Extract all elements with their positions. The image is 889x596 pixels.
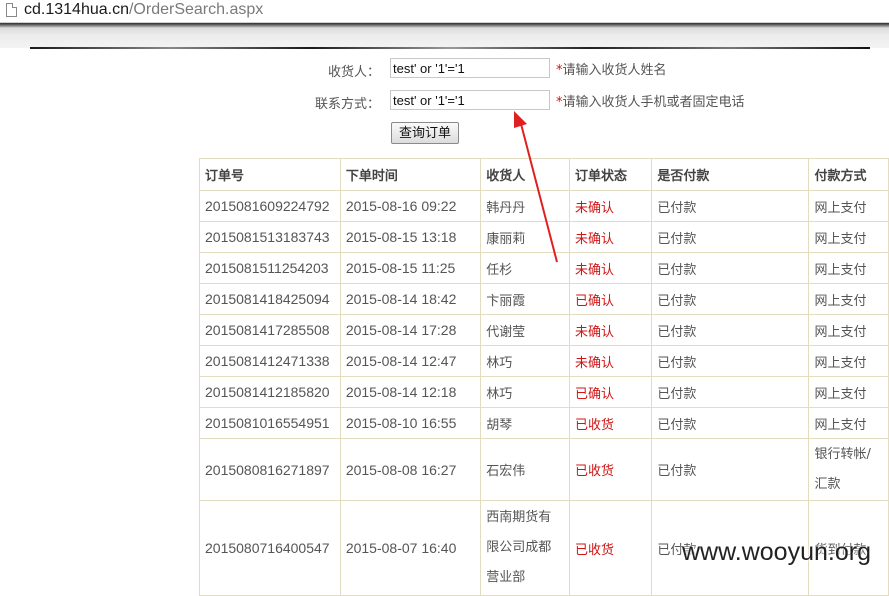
contact-hint-text: 请输入收货人手机或者固定电话 bbox=[562, 95, 745, 110]
payment-method-cell: 网上支付 bbox=[808, 252, 889, 284]
payment-method-cell: 银行转帐/汇款 bbox=[808, 438, 889, 501]
order-id-cell: 2015081609224792 bbox=[199, 190, 341, 222]
contact-label: 联系方式： bbox=[314, 97, 380, 112]
order-id-cell: 2015081412471338 bbox=[199, 345, 341, 377]
payment-status-cell: 已付款 bbox=[651, 314, 810, 346]
column-header: 是否付款 bbox=[651, 158, 810, 191]
order-time-cell: 2015-08-07 16:40 bbox=[339, 500, 482, 596]
receiver-input[interactable] bbox=[390, 58, 550, 78]
order-id-cell: 2015080716400547 bbox=[199, 500, 341, 596]
receiver-hint-text: 请输入收货人姓名 bbox=[562, 63, 667, 78]
table-header-row: 订单号 下单时间 收货人 订单状态 是否付款 付款方式 bbox=[199, 158, 889, 191]
order-status-cell: 未确认 bbox=[569, 190, 653, 222]
payment-method-cell: 网上支付 bbox=[808, 221, 889, 253]
table-row: 2015081609224792 2015-08-16 09:22 韩丹丹 未确… bbox=[199, 190, 889, 222]
column-header: 收货人 bbox=[480, 158, 571, 191]
payment-status-cell: 已付款 bbox=[651, 252, 810, 284]
payment-status-cell: 已付款 bbox=[651, 407, 810, 439]
receiver-cell: 卞丽霞 bbox=[480, 283, 571, 315]
order-id-cell: 2015081513183743 bbox=[199, 221, 341, 253]
payment-method-cell: 网上支付 bbox=[808, 314, 889, 346]
order-status-cell: 未确认 bbox=[569, 252, 653, 284]
header-strip bbox=[30, 47, 870, 49]
table-row: 2015081412185820 2015-08-14 12:18 林巧 已确认… bbox=[199, 376, 889, 408]
order-time-cell: 2015-08-15 13:18 bbox=[339, 221, 482, 253]
order-status-cell: 已收货 bbox=[569, 438, 653, 501]
order-status-cell: 未确认 bbox=[569, 345, 653, 377]
query-order-button[interactable]: 查询订单 bbox=[391, 122, 459, 144]
receiver-cell: 西南期货有限公司成都营业部 bbox=[480, 500, 571, 596]
order-status-cell: 未确认 bbox=[569, 221, 653, 253]
receiver-cell: 代谢莹 bbox=[480, 314, 571, 346]
order-status-cell: 已收货 bbox=[569, 500, 653, 596]
watermark: www.wooyun.org bbox=[682, 538, 871, 566]
column-header: 订单状态 bbox=[569, 158, 653, 191]
column-header: 订单号 bbox=[199, 158, 341, 191]
table-row: 2015081016554951 2015-08-10 16:55 胡琴 已收货… bbox=[199, 407, 889, 439]
payment-method-cell: 网上支付 bbox=[808, 283, 889, 315]
payment-status-cell: 已付款 bbox=[651, 283, 810, 315]
table-row: 2015081412471338 2015-08-14 12:47 林巧 未确认… bbox=[199, 345, 889, 377]
order-time-cell: 2015-08-10 16:55 bbox=[339, 407, 482, 439]
column-header: 下单时间 bbox=[339, 158, 482, 191]
payment-status-cell: 已付款 bbox=[651, 376, 810, 408]
receiver-cell: 石宏伟 bbox=[480, 438, 571, 501]
contact-hint: *请输入收货人手机或者固定电话 bbox=[556, 91, 745, 110]
payment-method-cell: 网上支付 bbox=[808, 407, 889, 439]
payment-method-cell: 网上支付 bbox=[808, 345, 889, 377]
table-row: 2015081513183743 2015-08-15 13:18 康丽莉 未确… bbox=[199, 221, 889, 253]
url-text[interactable]: cd.1314hua.cn/OrderSearch.aspx bbox=[24, 0, 263, 22]
page-icon bbox=[6, 3, 17, 17]
page-top-band bbox=[0, 23, 889, 49]
table-row: 2015081417285508 2015-08-14 17:28 代谢莹 未确… bbox=[199, 314, 889, 346]
order-id-cell: 2015081016554951 bbox=[199, 407, 341, 439]
payment-status-cell: 已付款 bbox=[651, 345, 810, 377]
order-id-cell: 2015081417285508 bbox=[199, 314, 341, 346]
order-status-cell: 已确认 bbox=[569, 376, 653, 408]
url-path: /OrderSearch.aspx bbox=[128, 1, 264, 18]
order-time-cell: 2015-08-14 12:18 bbox=[339, 376, 482, 408]
order-status-cell: 已收货 bbox=[569, 407, 653, 439]
order-time-cell: 2015-08-08 16:27 bbox=[339, 438, 482, 501]
order-status-cell: 未确认 bbox=[569, 314, 653, 346]
payment-status-cell: 已付款 bbox=[651, 221, 810, 253]
order-time-cell: 2015-08-14 12:47 bbox=[339, 345, 482, 377]
order-table: 订单号 下单时间 收货人 订单状态 是否付款 付款方式 201508160922… bbox=[199, 158, 889, 596]
column-header: 付款方式 bbox=[808, 158, 889, 191]
receiver-cell: 胡琴 bbox=[480, 407, 571, 439]
table-row: 2015080816271897 2015-08-08 16:27 石宏伟 已收… bbox=[199, 438, 889, 501]
receiver-cell: 康丽莉 bbox=[480, 221, 571, 253]
order-id-cell: 2015080816271897 bbox=[199, 438, 341, 501]
order-id-cell: 2015081418425094 bbox=[199, 283, 341, 315]
payment-method-cell: 网上支付 bbox=[808, 376, 889, 408]
receiver-cell: 任杉 bbox=[480, 252, 571, 284]
order-time-cell: 2015-08-14 18:42 bbox=[339, 283, 482, 315]
order-status-cell: 已确认 bbox=[569, 283, 653, 315]
address-bar[interactable]: cd.1314hua.cn/OrderSearch.aspx bbox=[0, 0, 889, 23]
table-row: 2015081511254203 2015-08-15 11:25 任杉 未确认… bbox=[199, 252, 889, 284]
arrow-head bbox=[514, 111, 527, 128]
payment-status-cell: 已付款 bbox=[651, 438, 810, 501]
receiver-hint: *请输入收货人姓名 bbox=[556, 59, 667, 78]
url-host: cd.1314hua.cn bbox=[24, 1, 129, 18]
receiver-cell: 林巧 bbox=[480, 376, 571, 408]
order-id-cell: 2015081412185820 bbox=[199, 376, 341, 408]
contact-input[interactable] bbox=[390, 90, 550, 110]
order-time-cell: 2015-08-15 11:25 bbox=[339, 252, 482, 284]
receiver-cell: 韩丹丹 bbox=[480, 190, 571, 222]
receiver-label: 收货人： bbox=[327, 65, 380, 80]
order-time-cell: 2015-08-14 17:28 bbox=[339, 314, 482, 346]
table-row: 2015081418425094 2015-08-14 18:42 卞丽霞 已确… bbox=[199, 283, 889, 315]
payment-method-cell: 网上支付 bbox=[808, 190, 889, 222]
payment-status-cell: 已付款 bbox=[651, 190, 810, 222]
receiver-cell: 林巧 bbox=[480, 345, 571, 377]
order-id-cell: 2015081511254203 bbox=[199, 252, 341, 284]
order-time-cell: 2015-08-16 09:22 bbox=[339, 190, 482, 222]
